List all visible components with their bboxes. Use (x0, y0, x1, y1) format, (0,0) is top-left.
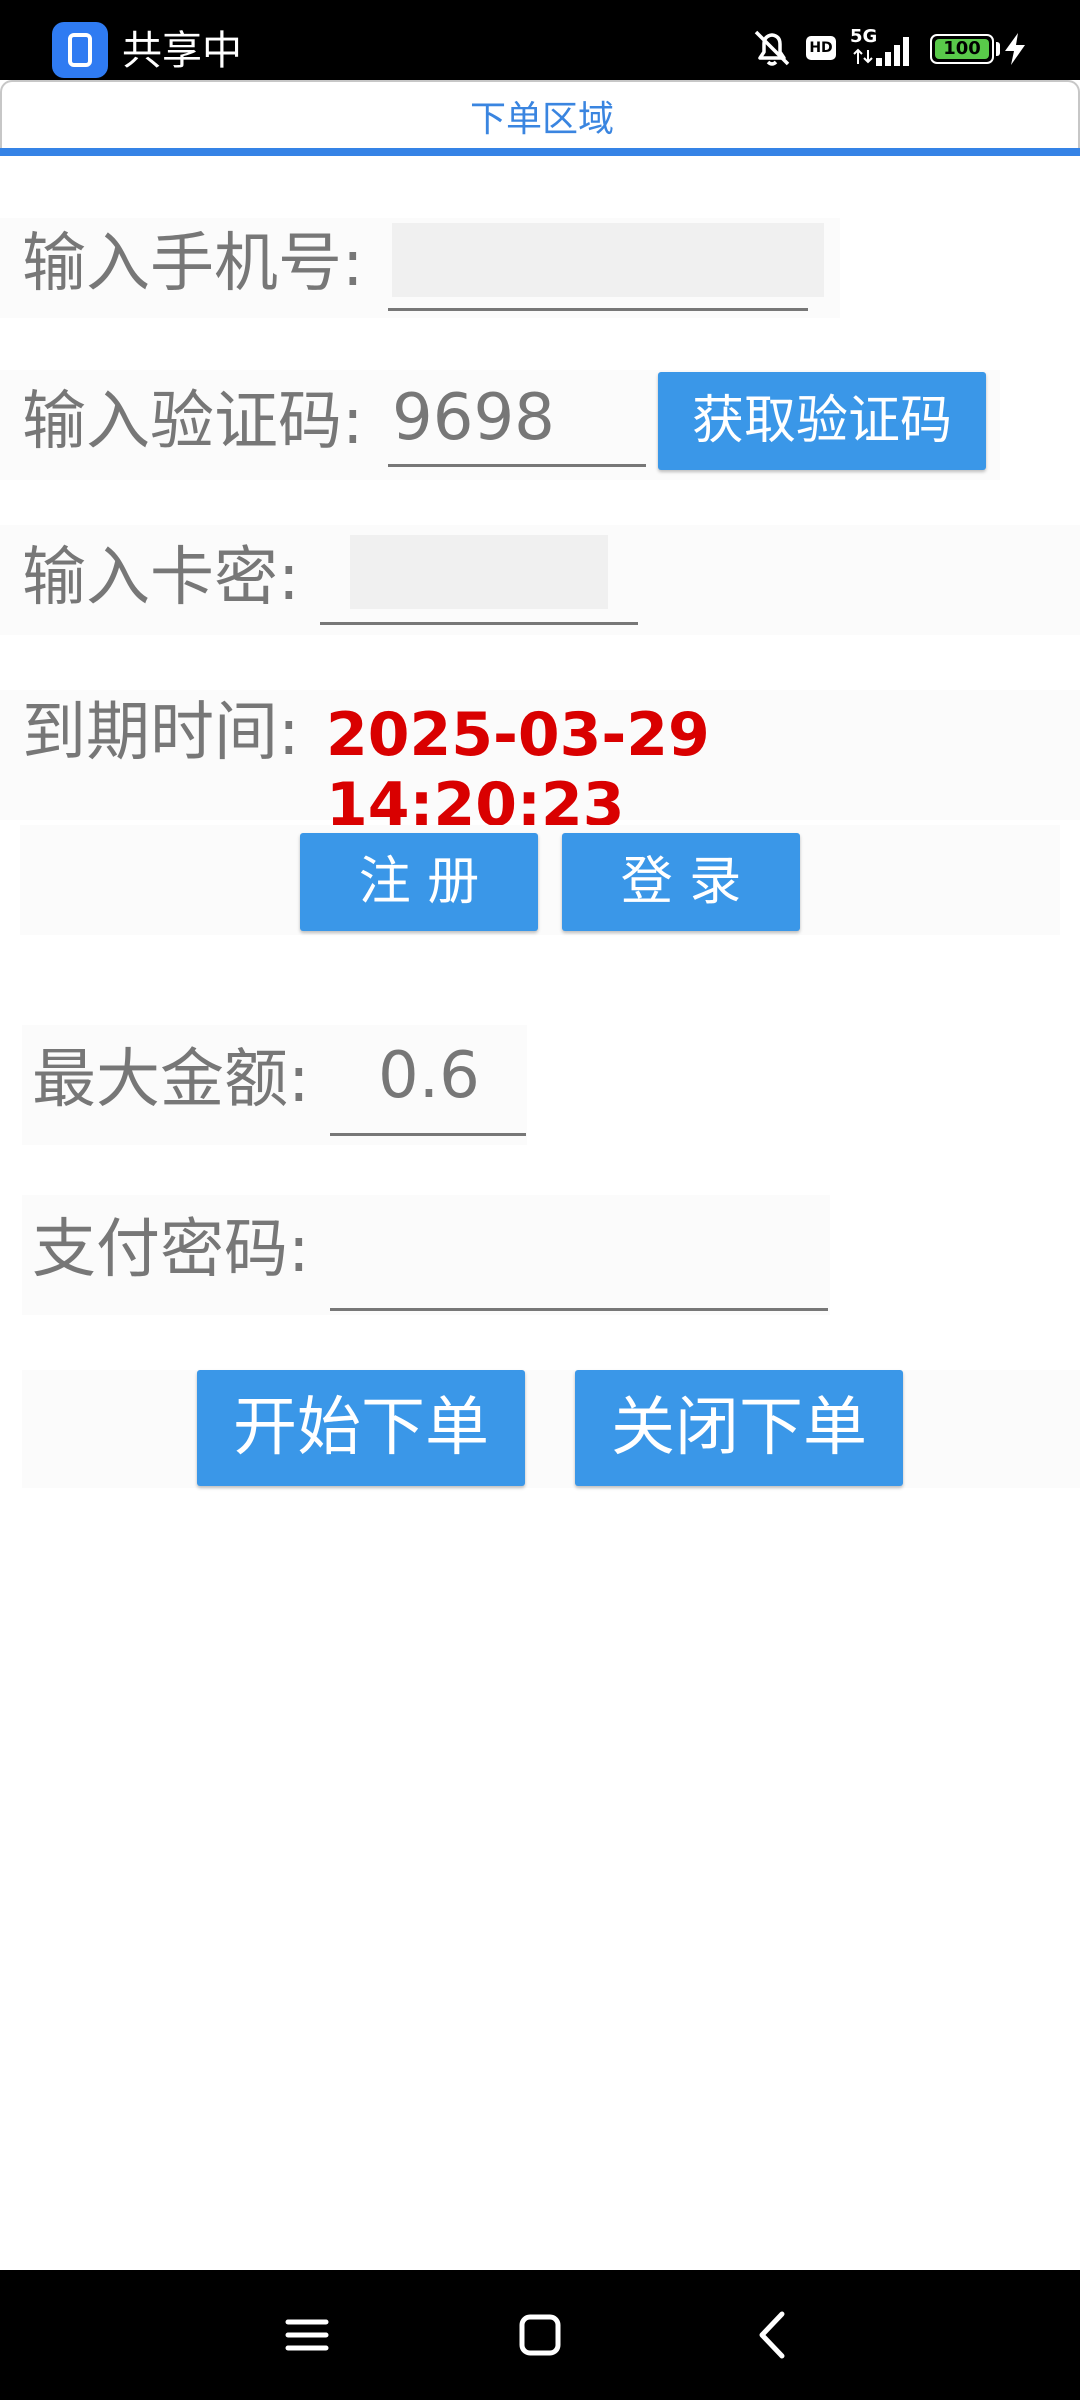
battery-level: 100 (943, 38, 981, 59)
close-order-button[interactable]: 关闭下单 (575, 1370, 903, 1486)
hd-badge: HD (806, 36, 836, 60)
home-icon[interactable] (505, 2300, 575, 2370)
battery-cap (996, 42, 1000, 56)
pay-password-label: 支付密码: (32, 1213, 310, 1287)
tab-underline (0, 148, 1080, 156)
register-button[interactable]: 注 册 (300, 833, 538, 931)
start-order-button[interactable]: 开始下单 (197, 1370, 525, 1486)
max-amount-input[interactable]: 0.6 (378, 1036, 518, 1116)
auth-buttons-row (20, 825, 1060, 935)
code-label: 输入验证码: (22, 385, 364, 459)
status-bar: 共享中 HD 5G 100 (0, 0, 1080, 80)
tab-order-area[interactable]: 下单区域 (0, 80, 1080, 156)
phone-underline (388, 308, 808, 311)
card-input[interactable] (350, 535, 608, 609)
max-amount-label: 最大金额: (32, 1043, 310, 1117)
charging-icon (1002, 32, 1028, 80)
expire-label: 到期时间: (22, 696, 300, 770)
silent-bell-icon (748, 24, 796, 72)
pay-password-underline (330, 1308, 828, 1311)
battery-icon: 100 (930, 34, 994, 64)
phone-input[interactable] (392, 223, 824, 297)
signal-icon: 5G (850, 24, 920, 72)
card-label: 输入卡密: (22, 541, 300, 615)
login-button[interactable]: 登 录 (562, 833, 800, 931)
pay-password-input[interactable] (340, 1210, 820, 1290)
get-code-button[interactable]: 获取验证码 (658, 372, 986, 470)
screen-share-icon (52, 22, 108, 78)
back-icon[interactable] (738, 2300, 808, 2370)
order-buttons-row (22, 1370, 1080, 1488)
expire-date: 2025-03-29 (326, 700, 710, 770)
navigation-bar (0, 2270, 1080, 2400)
tab-label: 下单区域 (469, 99, 614, 140)
max-amount-underline (330, 1133, 526, 1136)
code-input[interactable]: 9698 (392, 378, 642, 458)
app-root: 共享中 HD 5G 100 下单区域 输入手机号: 输入验证码: 9698 获取… (0, 0, 1080, 2400)
menu-icon[interactable] (272, 2300, 342, 2370)
code-underline (388, 464, 646, 467)
status-title: 共享中 (122, 28, 242, 74)
card-underline (320, 622, 638, 625)
phone-label: 输入手机号: (22, 227, 364, 301)
